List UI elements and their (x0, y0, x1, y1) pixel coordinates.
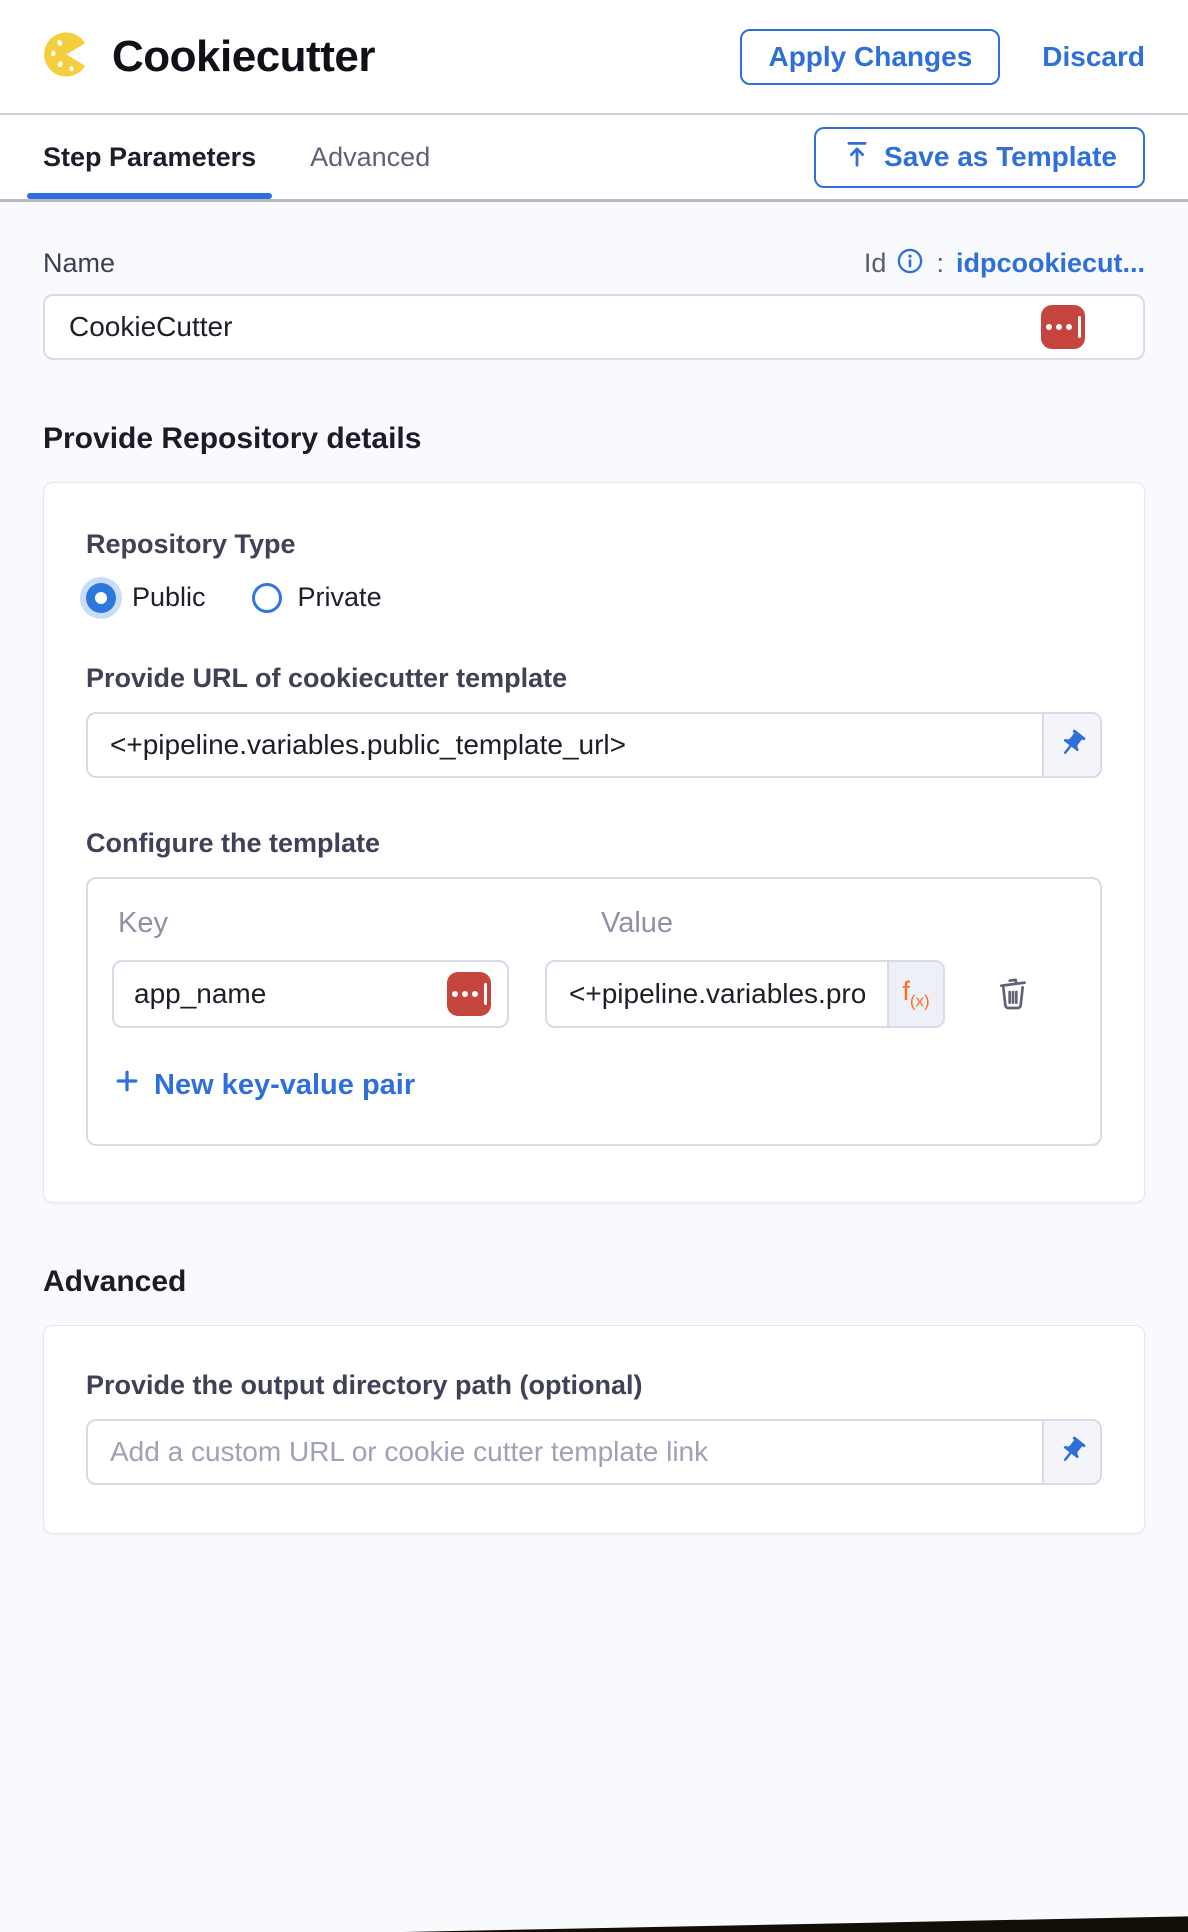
key-value-row: f(x) (112, 960, 1076, 1028)
output-directory-input[interactable] (88, 1421, 1042, 1483)
id-wrap: Id : idpcookiecut... (864, 247, 1145, 280)
name-input-wrapper (43, 294, 1145, 360)
pin-icon (1057, 729, 1087, 762)
trash-icon (993, 973, 1033, 1016)
template-url-input[interactable] (88, 714, 1042, 776)
screen-edge-artifact (0, 1912, 1188, 1932)
fx-icon: f(x) (902, 978, 929, 1009)
pin-icon (1057, 1436, 1087, 1469)
header-actions: Apply Changes Discard (740, 29, 1145, 85)
upload-icon (842, 139, 872, 176)
id-value-link[interactable]: idpcookiecut... (956, 248, 1145, 279)
radio-private-label: Private (298, 582, 382, 613)
apply-changes-button[interactable]: Apply Changes (740, 29, 1000, 85)
expression-fx-button[interactable]: f(x) (887, 962, 943, 1026)
radio-public-label: Public (132, 582, 206, 613)
output-directory-input-group (86, 1419, 1102, 1485)
advanced-section-title: Advanced (43, 1265, 1145, 1299)
advanced-card: Provide the output directory path (optio… (43, 1325, 1145, 1534)
radio-selected-icon (86, 583, 116, 613)
header: Cookiecutter Apply Changes Discard (0, 0, 1188, 115)
tab-step-parameters[interactable]: Step Parameters (27, 115, 272, 199)
page-title: Cookiecutter (112, 32, 375, 82)
tabs-bar: Step Parameters Advanced Save as Templat… (0, 115, 1188, 202)
configure-template-label: Configure the template (86, 828, 1102, 859)
template-url-label: Provide URL of cookiecutter template (86, 663, 1102, 694)
name-label: Name (43, 248, 115, 279)
key-column-header: Key (112, 907, 509, 940)
brand: Cookiecutter (43, 31, 375, 83)
runtime-pin-button[interactable] (1042, 1421, 1100, 1483)
name-id-row: Name Id : idpcookiecut... (43, 247, 1145, 280)
plus-icon (112, 1066, 142, 1104)
value-column-header: Value (601, 907, 673, 940)
radio-private[interactable]: Private (252, 582, 382, 613)
radio-unselected-icon (252, 583, 282, 613)
repository-type-radios: Public Private (86, 582, 1102, 613)
radio-public[interactable]: Public (86, 582, 206, 613)
id-label: Id (864, 248, 887, 279)
name-input[interactable] (69, 311, 1041, 343)
tabs: Step Parameters Advanced (27, 115, 468, 199)
save-as-template-button[interactable]: Save as Template (814, 127, 1145, 188)
key-input[interactable] (134, 978, 447, 1010)
delete-row-button[interactable] (993, 973, 1033, 1016)
value-type-button[interactable] (1041, 305, 1085, 349)
save-as-template-label: Save as Template (884, 141, 1117, 173)
value-input-group: f(x) (545, 960, 945, 1028)
key-input-wrapper (112, 960, 509, 1028)
value-input[interactable] (547, 962, 887, 1026)
template-url-input-group (86, 712, 1102, 778)
runtime-pin-button[interactable] (1042, 714, 1100, 776)
value-type-button[interactable] (447, 972, 491, 1016)
add-key-value-pair-label: New key-value pair (154, 1069, 415, 1102)
add-key-value-pair-button[interactable]: New key-value pair (112, 1066, 415, 1104)
key-value-card: Key Value f(x) (86, 877, 1102, 1146)
info-icon[interactable] (896, 247, 924, 280)
step-parameters-form: Name Id : idpcookiecut... Provide Reposi… (0, 202, 1188, 1534)
repository-section-title: Provide Repository details (43, 422, 1145, 456)
repository-type-label: Repository Type (86, 529, 1102, 560)
tab-advanced[interactable]: Advanced (294, 115, 446, 199)
cookiecutter-step-panel: Cookiecutter Apply Changes Discard Step … (0, 0, 1188, 1932)
cookiecutter-logo-icon (43, 31, 90, 83)
discard-button[interactable]: Discard (1042, 41, 1145, 73)
output-directory-label: Provide the output directory path (optio… (86, 1370, 1102, 1401)
repository-card: Repository Type Public Private Provide U… (43, 482, 1145, 1203)
id-separator: : (936, 248, 944, 279)
key-value-headers: Key Value (112, 907, 1076, 940)
